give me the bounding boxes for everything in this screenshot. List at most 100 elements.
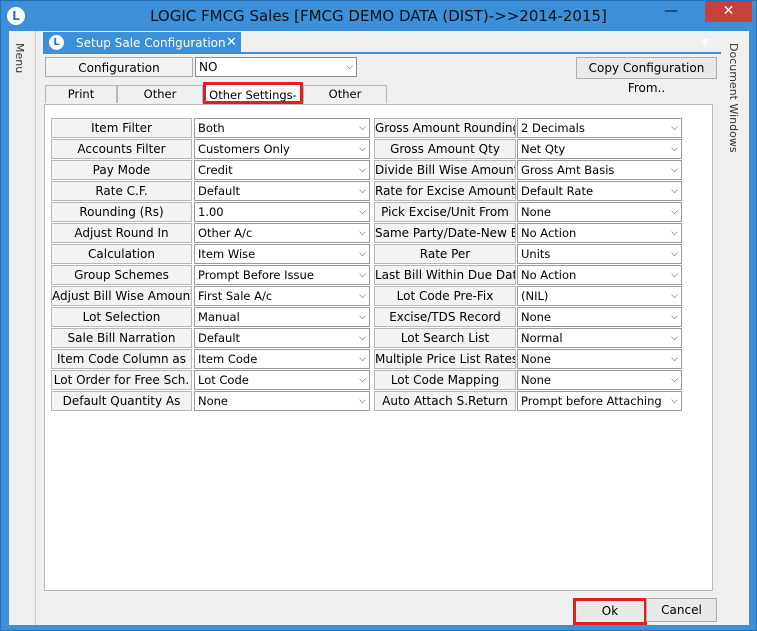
select-lot-selection[interactable]: Manual ⌵: [194, 307, 370, 327]
select-multiple-price-list-rates[interactable]: None ⌵: [517, 349, 682, 369]
select-value: Both: [198, 121, 225, 135]
select-default-quantity-as[interactable]: None ⌵: [194, 391, 370, 411]
label-default-quantity-as: Default Quantity As: [51, 391, 192, 411]
select-sale-bill-narration[interactable]: Default ⌵: [194, 328, 370, 348]
select-rate-c-f[interactable]: Default ⌵: [194, 181, 370, 201]
label-divide-bill-wise-amounts: Divide Bill Wise Amounts: [374, 160, 516, 180]
minimize-button[interactable]: —: [656, 1, 686, 23]
label-item-code-column-as: Item Code Column as: [51, 349, 192, 369]
window-title: LOGIC FMCG Sales [FMCG DEMO DATA (DIST)-…: [150, 7, 607, 25]
select-lot-code-mapping[interactable]: None ⌵: [517, 370, 682, 390]
label-same-party-date-new-bill: Same Party/Date-New Bill: [374, 223, 516, 243]
chevron-down-icon: ⌵: [359, 312, 366, 322]
label-accounts-filter: Accounts Filter: [51, 139, 192, 159]
select-lot-code-pre-fix[interactable]: (NIL) ⌵: [517, 286, 682, 306]
chevron-down-icon[interactable]: ▼: [702, 38, 709, 48]
document-windows-sidebar[interactable]: Document Windows: [721, 31, 749, 625]
select-lot-search-list[interactable]: Normal ⌵: [517, 328, 682, 348]
select-value: Item Wise: [198, 247, 256, 261]
chevron-down-icon: ⌵: [359, 270, 366, 280]
tab-other-settings-1[interactable]: Other Settings-1: [117, 85, 203, 118]
close-window-button[interactable]: ✕: [705, 1, 752, 22]
select-rate-per[interactable]: Units ⌵: [517, 244, 682, 264]
select-adjust-round-in[interactable]: Other A/c ⌵: [194, 223, 370, 243]
select-pay-mode[interactable]: Credit ⌵: [194, 160, 370, 180]
chevron-down-icon: ⌵: [671, 312, 678, 322]
chevron-down-icon: ⌵: [359, 375, 366, 385]
label-lot-selection: Lot Selection: [51, 307, 192, 327]
label-pick-excise-unit-from: Pick Excise/Unit From: [374, 202, 516, 222]
label-excise-tds-record: Excise/TDS Record: [374, 307, 516, 327]
select-value: Default: [198, 331, 241, 345]
label-rate-for-excise-amount: Rate for Excise Amount: [374, 181, 516, 201]
document-logo-icon: L: [49, 35, 64, 50]
label-last-bill-within-due-date: Last Bill Within Due Date: [374, 265, 516, 285]
select-calculation[interactable]: Item Wise ⌵: [194, 244, 370, 264]
tab-other-settings-3[interactable]: Other Settings-3: [303, 85, 387, 118]
chevron-down-icon: ⌵: [671, 207, 678, 217]
label-rate-c-f: Rate C.F.: [51, 181, 192, 201]
chevron-down-icon: ⌵: [671, 228, 678, 238]
settings-grid: Item Filter Both ⌵ Accounts Filter Customers…: [44, 104, 713, 591]
ok-button[interactable]: Ok: [573, 598, 647, 625]
chevron-down-icon: ⌵: [671, 186, 678, 196]
chevron-down-icon: ⌵: [359, 186, 366, 196]
chevron-down-icon: ⌵: [671, 354, 678, 364]
copy-configuration-button[interactable]: Copy Configuration From..: [576, 57, 717, 95]
label-multiple-price-list-rates: Multiple Price List Rates: [374, 349, 516, 369]
select-value: Manual: [198, 310, 240, 324]
select-last-bill-within-due-date[interactable]: No Action ⌵: [517, 265, 682, 285]
select-adjust-bill-wise-amounts[interactable]: First Sale A/c ⌵: [194, 286, 370, 306]
menu-sidebar[interactable]: Menu: [9, 31, 36, 625]
configuration-value: NO: [199, 60, 218, 74]
select-divide-bill-wise-amounts[interactable]: Gross Amt Basis ⌵: [517, 160, 682, 180]
close-tab-icon[interactable]: ✕: [226, 35, 237, 50]
select-value: Default: [198, 184, 241, 198]
select-value: Credit: [198, 163, 233, 177]
select-gross-amount-qty[interactable]: Net Qty ⌵: [517, 139, 682, 159]
select-value: No Action: [521, 268, 577, 282]
select-value: First Sale A/c: [198, 289, 273, 303]
select-excise-tds-record[interactable]: None ⌵: [517, 307, 682, 327]
label-lot-code-pre-fix: Lot Code Pre-Fix: [374, 286, 516, 306]
chevron-down-icon: ⌵: [359, 249, 366, 259]
select-accounts-filter[interactable]: Customers Only ⌵: [194, 139, 370, 159]
select-group-schemes[interactable]: Prompt Before Issue ⌵: [194, 265, 370, 285]
select-value: Item Code: [198, 352, 258, 366]
select-value: Normal: [521, 331, 563, 345]
select-value: 2 Decimals: [521, 121, 585, 135]
chevron-down-icon: ⌵: [671, 123, 678, 133]
select-value: Units: [521, 247, 551, 261]
document-tab-title: Setup Sale Configuration: [76, 36, 226, 50]
label-lot-search-list: Lot Search List: [374, 328, 516, 348]
chevron-down-icon: ⌵: [671, 165, 678, 175]
select-lot-order-for-free-sch[interactable]: Lot Code ⌵: [194, 370, 370, 390]
document-tab[interactable]: L Setup Sale Configuration ✕: [43, 32, 241, 54]
label-calculation: Calculation: [51, 244, 192, 264]
select-item-filter[interactable]: Both ⌵: [194, 118, 370, 138]
select-rate-for-excise-amount[interactable]: Default Rate ⌵: [517, 181, 682, 201]
label-sale-bill-narration: Sale Bill Narration: [51, 328, 192, 348]
tab-other-settings-2[interactable]: Other Settings-2: [203, 82, 303, 122]
select-value: Default Rate: [521, 184, 594, 198]
select-rounding-rs[interactable]: 1.00 ⌵: [194, 202, 370, 222]
select-value: Prompt before Attaching: [521, 394, 662, 408]
select-item-code-column-as[interactable]: Item Code ⌵: [194, 349, 370, 369]
document-windows-label: Document Windows: [727, 43, 740, 153]
chevron-down-icon: ⌵: [671, 144, 678, 154]
select-same-party-date-new-bill[interactable]: No Action ⌵: [517, 223, 682, 243]
select-gross-amount-rounding[interactable]: 2 Decimals ⌵: [517, 118, 682, 138]
select-value: Lot Code: [198, 373, 249, 387]
label-pay-mode: Pay Mode: [51, 160, 192, 180]
chevron-down-icon: ⌵: [359, 228, 366, 238]
cancel-button[interactable]: Cancel: [646, 598, 717, 622]
tab-print-options[interactable]: Print Options: [45, 85, 117, 118]
chevron-down-icon: ⌵: [359, 144, 366, 154]
chevron-down-icon: ⌵: [359, 354, 366, 364]
select-value: Net Qty: [521, 142, 566, 156]
select-value: Other A/c: [198, 226, 253, 240]
select-auto-attach-s-return[interactable]: Prompt before Attaching ⌵: [517, 391, 682, 411]
select-pick-excise-unit-from[interactable]: None ⌵: [517, 202, 682, 222]
label-lot-order-for-free-sch: Lot Order for Free Sch.: [51, 370, 192, 390]
configuration-select[interactable]: NO ⌵: [195, 57, 357, 77]
